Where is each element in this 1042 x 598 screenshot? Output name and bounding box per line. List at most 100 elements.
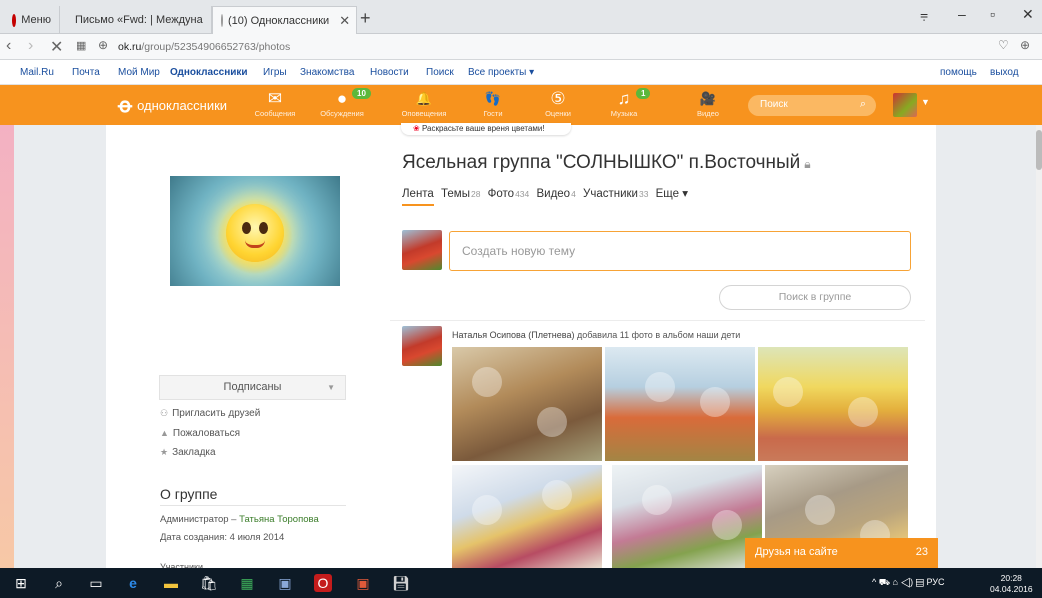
close-icon[interactable]: ✕ xyxy=(339,13,350,29)
help-link[interactable]: помощь xyxy=(940,67,977,78)
photo-detail xyxy=(773,377,803,407)
invite-friends-link[interactable]: ⚇ Пригласить друзей xyxy=(160,408,260,419)
ok-search-input[interactable]: Поиск ⌕ xyxy=(748,95,876,116)
search-icon[interactable]: ⌕ xyxy=(50,574,68,592)
loading-icon xyxy=(221,14,223,27)
divider xyxy=(390,320,925,321)
nav-video[interactable]: 🎥 Видео xyxy=(678,89,738,118)
current-user-avatar[interactable] xyxy=(402,230,442,270)
floppy-icon[interactable]: 💾︎ xyxy=(392,574,410,592)
back-button[interactable]: ‹ xyxy=(6,37,11,55)
subscribed-button[interactable]: Подписаны ▼ xyxy=(159,375,346,400)
group-search-input[interactable]: Поиск в группе xyxy=(719,285,911,310)
task-view-icon[interactable]: ▭ xyxy=(87,574,105,592)
all-projects-link[interactable]: Все проекты ▾ xyxy=(468,67,534,78)
post-author-link[interactable]: Наталья Осипова (Плетнева) xyxy=(452,330,574,340)
nav-guests[interactable]: 👣 Гости xyxy=(463,89,523,118)
logout-link[interactable]: выход xyxy=(990,67,1019,78)
album-photo[interactable] xyxy=(605,347,755,461)
admin-name-link[interactable]: Татьяна Торопова xyxy=(239,514,319,525)
odnoklassniki-link[interactable]: Одноклассники xyxy=(170,67,248,78)
group-admin: Администратор – Татьяна Торопова xyxy=(160,514,319,525)
tab-video[interactable]: Видео4 xyxy=(536,188,575,200)
mailru-portal-bar: Mail.Ru Почта Мой Мир Одноклассники Игры… xyxy=(0,60,1042,85)
system-tray[interactable]: ^ ⛟ ⌂ ◁) ▤ РУС xyxy=(872,577,945,589)
windows-taskbar: ⊞ ⌕ ▭ e ▬ 🛍︎ ▦ ▣ O ▣ 💾︎ ^ ⛟ ⌂ ◁) ▤ РУС 2… xyxy=(0,568,1042,598)
nav-ratings[interactable]: ⑤ Оценки xyxy=(528,89,588,118)
tab-menu[interactable]: Меню xyxy=(4,6,60,34)
url-field[interactable]: ok.ru/group/52354906652763/photos xyxy=(118,37,988,57)
album-photo[interactable] xyxy=(452,465,602,568)
search-icon[interactable]: ⌕ xyxy=(860,98,866,111)
poisk-link[interactable]: Поиск xyxy=(426,67,454,78)
igry-link[interactable]: Игры xyxy=(263,67,287,78)
post-author-avatar[interactable] xyxy=(402,326,442,366)
group-cover-image[interactable] xyxy=(170,176,340,286)
tab-photos[interactable]: Фото434 xyxy=(488,188,530,200)
tab-feed[interactable]: Лента xyxy=(402,188,434,206)
chevron-down-icon[interactable]: ▼ xyxy=(921,97,930,107)
about-group-heading: О группе xyxy=(160,486,218,502)
discussions-badge: 10 xyxy=(352,88,371,99)
speed-dial-icon[interactable]: ▦ xyxy=(76,39,86,52)
moi-mir-link[interactable]: Мой Мир xyxy=(118,67,160,78)
heart-icon[interactable]: ♡ xyxy=(998,38,1009,52)
znakomstva-link[interactable]: Знакомства xyxy=(300,67,354,78)
sun-smile xyxy=(245,240,265,248)
download-icon[interactable]: ⊕ xyxy=(1020,38,1030,52)
bell-icon: 🔔 xyxy=(415,91,433,106)
app-icon[interactable]: ▣ xyxy=(276,574,294,592)
excel-icon[interactable]: ▦ xyxy=(238,574,256,592)
tab-more[interactable]: Еще ▾ xyxy=(656,188,688,200)
opera-icon[interactable]: O xyxy=(314,574,332,592)
new-tab-button[interactable]: + xyxy=(360,8,371,29)
maximize-button[interactable]: ▫ xyxy=(990,6,995,22)
forward-button[interactable]: › xyxy=(28,37,33,55)
tab-odnoklassniki[interactable]: (10) Одноклассники ✕ xyxy=(212,6,357,34)
mailru-link[interactable]: Mail.Ru xyxy=(20,67,54,78)
tab-menu-icon[interactable]: ⩦ xyxy=(920,6,928,23)
lock-icon: 🔒︎ xyxy=(804,157,811,171)
photo-detail xyxy=(645,372,675,402)
photo-detail xyxy=(537,407,567,437)
group-created-date: Дата создания: 4 июля 2014 xyxy=(160,532,285,543)
nav-discussions[interactable]: ● Обсуждения 10 xyxy=(312,88,372,118)
bookmark-link[interactable]: ★ Закладка xyxy=(160,447,216,458)
nav-notifications[interactable]: 🔔 Оповещения xyxy=(394,89,454,118)
report-link[interactable]: ▲ Пожаловаться xyxy=(160,428,240,439)
folder-icon[interactable]: ▬ xyxy=(162,574,180,592)
clock[interactable]: 20:28 04.04.2016 xyxy=(990,573,1033,595)
novosti-link[interactable]: Новости xyxy=(370,67,409,78)
nav-music[interactable]: ♫ Музыка 1 xyxy=(594,88,654,118)
album-photo[interactable] xyxy=(758,347,908,461)
promo-banner[interactable]: ❀ Раскрасьте ваше вреня цветами! xyxy=(401,123,571,135)
window-close-button[interactable]: ✕ xyxy=(1022,6,1034,23)
pochta-link[interactable]: Почта xyxy=(72,67,100,78)
album-photo[interactable] xyxy=(612,465,762,568)
minimize-button[interactable]: – xyxy=(958,6,966,22)
photo-detail xyxy=(805,495,835,525)
scrollbar[interactable] xyxy=(1036,125,1042,568)
photo-detail xyxy=(848,397,878,427)
album-photo[interactable] xyxy=(452,347,602,461)
flower-icon: ❀ xyxy=(413,124,420,133)
scrollbar-thumb[interactable] xyxy=(1036,130,1042,170)
new-topic-input[interactable]: Создать новую тему xyxy=(449,231,911,271)
tab-topics[interactable]: Темы28 xyxy=(441,188,480,200)
tab-members[interactable]: Участники33 xyxy=(583,188,648,200)
windows-start-icon[interactable]: ⊞ xyxy=(12,574,30,592)
tab-mail[interactable]: Письмо «Fwd: | Междуна ✕ xyxy=(62,6,212,34)
sun-eye xyxy=(242,222,251,234)
friends-online-panel[interactable]: Друзья на сайте 23 xyxy=(745,538,938,568)
app-icon[interactable]: ▣ xyxy=(354,574,372,592)
group-title: Ясельная группа "СОЛНЫШКО" п.Восточный 🔒︎ xyxy=(402,152,811,173)
photo-detail xyxy=(472,495,502,525)
store-icon[interactable]: 🛍︎ xyxy=(200,574,218,592)
stop-button[interactable]: ✕ xyxy=(50,37,63,57)
post-header: Наталья Осипова (Плетнева) добавила 11 ф… xyxy=(452,330,741,340)
edge-icon[interactable]: e xyxy=(124,574,142,592)
ok-logo[interactable]: ꝋ одноклассники xyxy=(118,93,227,118)
ok-top-navigation: ꝋ одноклассники ✉ Сообщения ● Обсуждения… xyxy=(0,85,1042,125)
user-avatar[interactable] xyxy=(893,93,917,117)
nav-messages[interactable]: ✉ Сообщения xyxy=(245,89,305,118)
